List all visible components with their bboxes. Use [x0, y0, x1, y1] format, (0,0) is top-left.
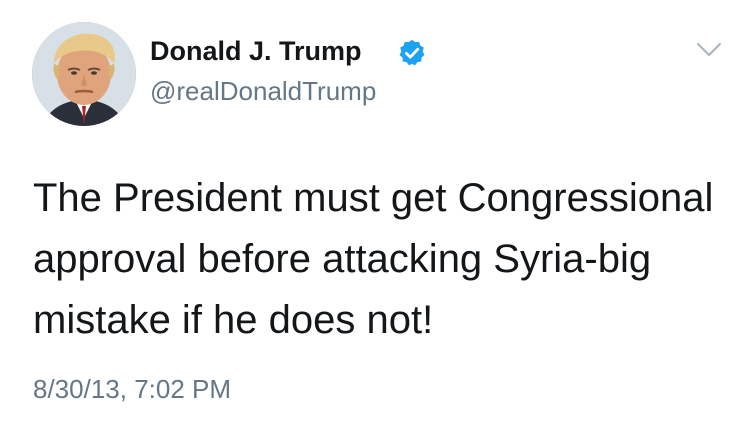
tweet-card: Donald J. Trump @realDonaldTrump The Pre… — [0, 0, 750, 427]
display-name[interactable]: Donald J. Trump — [150, 36, 362, 67]
verified-badge-icon — [399, 39, 425, 66]
user-handle[interactable]: @realDonaldTrump — [150, 76, 376, 107]
tweet-text: The President must get Congressional app… — [33, 176, 714, 342]
avatar[interactable] — [32, 22, 136, 126]
avatar-image — [32, 22, 136, 126]
chevron-down-icon[interactable] — [694, 40, 724, 60]
timestamp[interactable]: 8/30/13, 7:02 PM — [33, 374, 231, 405]
